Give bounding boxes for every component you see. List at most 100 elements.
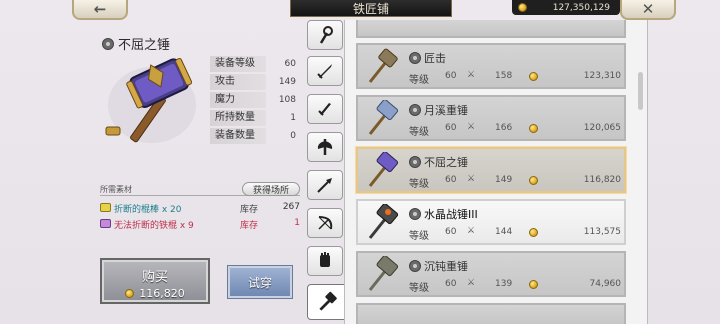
tab-axe[interactable]: [307, 132, 343, 162]
list-item[interactable]: 水晶战锤III 等级 60 ⚔ 144 113,575: [356, 199, 626, 245]
equipment-type-icon: [409, 52, 421, 64]
item-name: 匠击: [409, 50, 446, 66]
stock-value: 1: [294, 218, 300, 228]
buy-price-value: 116,820: [139, 287, 185, 300]
bow-icon: [318, 216, 333, 230]
tab-dagger[interactable]: [307, 94, 343, 124]
item-stats: 等级 60 ⚔ 149 116,820: [409, 174, 621, 190]
stat-magic: 魔力 108: [210, 92, 296, 109]
material-name: 无法折断的铁棍 x 9: [114, 221, 194, 231]
stat-value: 149: [278, 77, 296, 87]
buy-button[interactable]: 购买 116,820: [100, 258, 210, 304]
try-on-button[interactable]: 试穿: [228, 266, 292, 298]
stat-label: 所持数量: [210, 110, 266, 126]
tab-sword[interactable]: [307, 56, 343, 86]
item-name: 月溪重锤: [409, 102, 468, 118]
equipment-type-icon: [409, 208, 421, 220]
stock-label: 库存: [240, 205, 259, 215]
gold-coin-icon: [125, 289, 135, 298]
sword-icon: [317, 64, 332, 79]
hammer-thumbnail: [368, 256, 399, 291]
axe-icon: [317, 139, 333, 155]
attack-icon: ⚔: [467, 174, 476, 184]
hammer-thumbnail: [368, 152, 399, 187]
hammer-illustration: [105, 57, 196, 143]
stat-equipped-count: 装备数量 0: [210, 128, 296, 145]
attack-icon: ⚔: [467, 226, 476, 236]
back-button[interactable]: ←: [72, 0, 128, 20]
hammer-thumbnail: [368, 48, 398, 83]
equipment-type-icon: [409, 156, 421, 168]
list-item-partial[interactable]: [356, 303, 626, 324]
gauntlet-icon: [320, 252, 330, 267]
dagger-icon: [318, 103, 331, 116]
buy-label: 购买: [141, 270, 168, 285]
tab-hammer[interactable]: [307, 284, 347, 320]
gold-coin-icon: [529, 72, 538, 81]
item-name: 水晶战锤III: [409, 206, 478, 222]
gold-counter: 127,350,129: [512, 0, 620, 15]
attack-icon: ⚔: [467, 278, 476, 288]
item-name: 不屈之锤: [409, 154, 468, 170]
stat-value: 1: [290, 113, 296, 123]
stat-label: 装备等级: [210, 56, 266, 72]
hammer-thumbnail: [368, 100, 399, 135]
stat-label: 攻击: [210, 74, 266, 90]
gold-coin-icon: [518, 3, 527, 12]
material-name: 折断的棍棒 x 20: [114, 205, 182, 215]
hammer-thumbnail: [368, 204, 399, 239]
item-stats: 等级 60 ⚔ 139 74,960: [409, 278, 621, 294]
stat-value: 60: [284, 59, 296, 69]
staff-icon: [319, 26, 333, 44]
list-item[interactable]: 月溪重锤 等级 60 ⚔ 166 120,065: [356, 95, 626, 141]
attack-icon: ⚔: [467, 70, 476, 80]
list-item[interactable]: 沉钝重锤 等级 60 ⚔ 139 74,960: [356, 251, 626, 297]
list-item[interactable]: 匠击 等级 60 ⚔ 158 123,310: [356, 43, 626, 89]
stock-label: 库存: [240, 221, 259, 231]
top-bar: ← 铁匠铺 127,350,129 ✕: [0, 0, 720, 20]
equipment-type-icon: [102, 37, 114, 50]
item-name: 不屈之锤: [118, 38, 171, 53]
obtain-location-button[interactable]: 获得场所: [242, 182, 300, 196]
attack-icon: ⚔: [467, 122, 476, 132]
gold-coin-icon: [529, 228, 538, 237]
list-item-selected[interactable]: 不屈之锤 等级 60 ⚔ 149 116,820: [356, 147, 626, 193]
item-title: 不屈之锤: [102, 34, 170, 53]
close-icon: ✕: [641, 0, 655, 18]
item-stats: 等级 60 ⚔ 158 123,310: [409, 70, 621, 86]
tab-spear[interactable]: [307, 170, 343, 200]
iron-rod-icon: [100, 219, 111, 228]
tab-staff[interactable]: [307, 20, 343, 50]
stat-value: 108: [278, 95, 296, 105]
stat-attack: 攻击 149: [210, 74, 296, 91]
close-button[interactable]: ✕: [620, 0, 676, 20]
buy-price: 116,820: [102, 287, 208, 300]
stat-equip-level: 装备等级 60: [210, 56, 296, 73]
item-stats: 等级 60 ⚔ 166 120,065: [409, 122, 621, 138]
spear-icon: [317, 178, 332, 193]
materials-title: 所需素材: [100, 185, 132, 194]
stat-label: 魔力: [210, 92, 266, 108]
tab-gauntlet[interactable]: [307, 246, 343, 276]
list-item-partial[interactable]: [356, 20, 626, 38]
item-stats: 等级 60 ⚔ 144 113,575: [409, 226, 621, 242]
equipment-type-icon: [409, 260, 421, 272]
stat-value: 0: [290, 131, 296, 141]
stat-label: 装备数量: [210, 128, 266, 144]
gold-amount: 127,350,129: [552, 2, 610, 13]
gold-coin-icon: [529, 280, 538, 289]
gold-coin-icon: [529, 124, 538, 133]
material-row[interactable]: 折断的棍棒 x 20 库存 267: [100, 201, 300, 215]
tab-bow[interactable]: [307, 208, 343, 238]
equipment-type-icon: [409, 104, 421, 116]
broken-club-icon: [100, 203, 111, 212]
gold-coin-icon: [529, 176, 538, 185]
page-title: 铁匠铺: [290, 0, 452, 17]
back-arrow-icon: ←: [93, 0, 107, 18]
material-row[interactable]: 无法折断的铁棍 x 9 库存 1: [100, 217, 300, 231]
scrollbar[interactable]: [638, 72, 643, 110]
hammer-icon: [319, 291, 337, 311]
stock-value: 267: [282, 202, 300, 212]
stat-owned-count: 所持数量 1: [210, 110, 296, 127]
item-name: 沉钝重锤: [409, 258, 468, 274]
